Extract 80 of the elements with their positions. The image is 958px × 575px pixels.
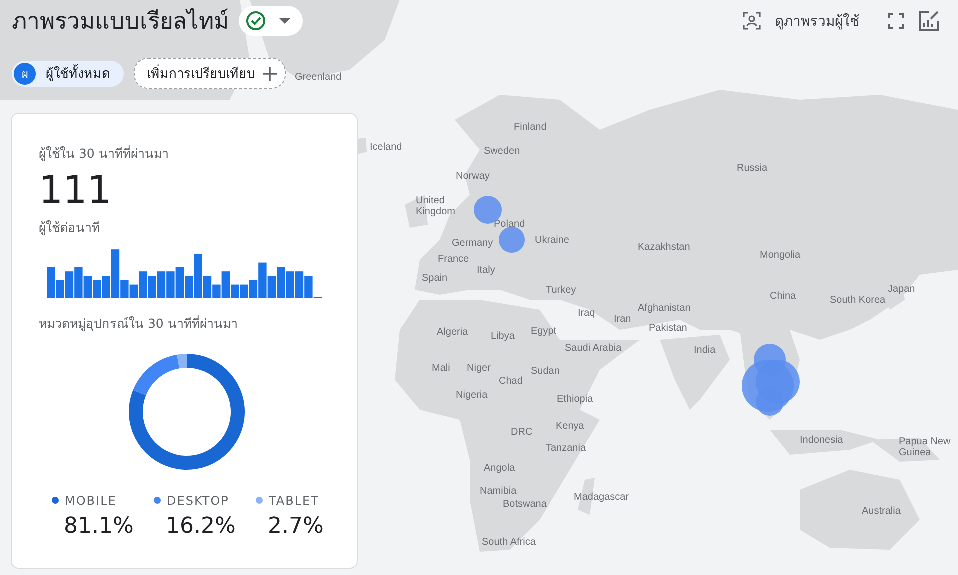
- minute-bar: [295, 271, 304, 298]
- country-label: Mali: [432, 364, 450, 374]
- legend-label: MOBILE: [65, 494, 117, 508]
- country-label: Iran: [614, 314, 632, 326]
- country-label: Ukraine: [535, 236, 570, 246]
- minute-bar: [277, 267, 286, 298]
- legend-percent: 2.7%: [268, 514, 324, 539]
- country-label: Iraq: [578, 308, 596, 320]
- country-label: Angola: [484, 464, 516, 474]
- users-count: 111: [39, 170, 113, 212]
- country-label: Pakistan: [649, 324, 688, 334]
- minute-bar: [286, 271, 294, 298]
- country-label: Kenya: [556, 422, 584, 432]
- country-label: Tanzania: [546, 444, 586, 454]
- minute-bar: [74, 267, 83, 298]
- legend-percent: 16.2%: [166, 514, 236, 539]
- per-minute-label: ผู้ใช้ต่อนาที: [39, 218, 101, 238]
- minute-bar: [93, 280, 102, 298]
- country-label: China: [770, 292, 796, 302]
- country-label: Kazakhstan: [638, 242, 690, 254]
- country-label: Algeria: [437, 328, 468, 338]
- status-dropdown[interactable]: [239, 6, 303, 36]
- country-label: Mongolia: [760, 250, 801, 262]
- country-label: Ethiopia: [557, 394, 594, 406]
- country-label: Sudan: [531, 366, 560, 378]
- page-title: ภาพรวมแบบเรียลไทม์: [12, 7, 229, 37]
- country-label: Greenland: [295, 72, 342, 84]
- user-overview-link[interactable]: ดูภาพรวมผู้ใช้: [775, 10, 860, 32]
- country-label: Poland: [494, 220, 526, 230]
- country-label: Italy: [477, 266, 496, 276]
- country-label: Finland: [514, 122, 547, 134]
- country-label: Libya: [491, 332, 515, 342]
- country-label: Sweden: [484, 146, 520, 158]
- edit-chart-icon[interactable]: [918, 10, 940, 32]
- location-bubble: [499, 227, 525, 253]
- segment-chip[interactable]: ผ ผู้ใช้ทั้งหมด: [12, 60, 124, 86]
- minute-bar: [157, 271, 166, 298]
- minute-bar: [240, 284, 248, 298]
- minute-bar: [148, 276, 156, 298]
- minute-bar: [166, 271, 175, 298]
- caret-icon: [279, 18, 291, 24]
- legend-label: TABLET: [269, 494, 320, 508]
- users-label: ผู้ใช้ใน 30 นาทีที่ผ่านมา: [39, 144, 170, 164]
- country-label: Australia: [862, 506, 901, 518]
- country-label: South Korea: [830, 296, 886, 306]
- country-label: Egypt: [531, 326, 557, 338]
- legend-percent: 81.1%: [64, 514, 134, 539]
- country-label: Afghanistan: [638, 304, 691, 314]
- country-label: Papua New Guinea: [899, 438, 951, 458]
- country-label: Nigeria: [456, 390, 488, 402]
- segment-avatar: ผ: [14, 62, 36, 84]
- add-comparison-button[interactable]: เพิ่มการเปรียบเทียบ: [134, 58, 286, 89]
- country-label: Japan: [888, 284, 916, 296]
- country-label: Spain: [422, 274, 448, 284]
- country-label: Saudi Arabia: [565, 344, 622, 354]
- country-label: Russia: [737, 164, 768, 174]
- country-label: Botswana: [503, 500, 547, 510]
- country-label: Turkey: [546, 286, 576, 296]
- check-circle-icon: [245, 10, 267, 32]
- minute-bar: [84, 276, 92, 298]
- devices-label: หมวดหมู่อุปกรณ์ใน 30 นาทีที่ผ่านมา: [39, 314, 239, 334]
- country-label: France: [438, 254, 470, 266]
- country-label: Iceland: [370, 142, 402, 154]
- minute-bar: [176, 267, 184, 298]
- country-label: Germany: [452, 238, 494, 250]
- segment-label: ผู้ใช้ทั้งหมด: [46, 63, 110, 84]
- country-label: Norway: [456, 172, 490, 182]
- country-label: Niger: [467, 364, 491, 374]
- legend-label: DESKTOP: [167, 494, 230, 508]
- fullscreen-icon[interactable]: [888, 13, 904, 29]
- country-label: South Africa: [482, 538, 536, 548]
- country-label: India: [694, 346, 716, 356]
- country-label: Chad: [499, 376, 523, 388]
- country-label: United Kingdom: [416, 196, 456, 218]
- country-label: Madagascar: [574, 492, 630, 504]
- plus-icon: [263, 66, 277, 80]
- user-scan-icon[interactable]: [743, 12, 761, 30]
- country-label: Indonesia: [800, 436, 844, 446]
- country-label: Namibia: [480, 486, 517, 498]
- country-label: DRC: [511, 428, 533, 438]
